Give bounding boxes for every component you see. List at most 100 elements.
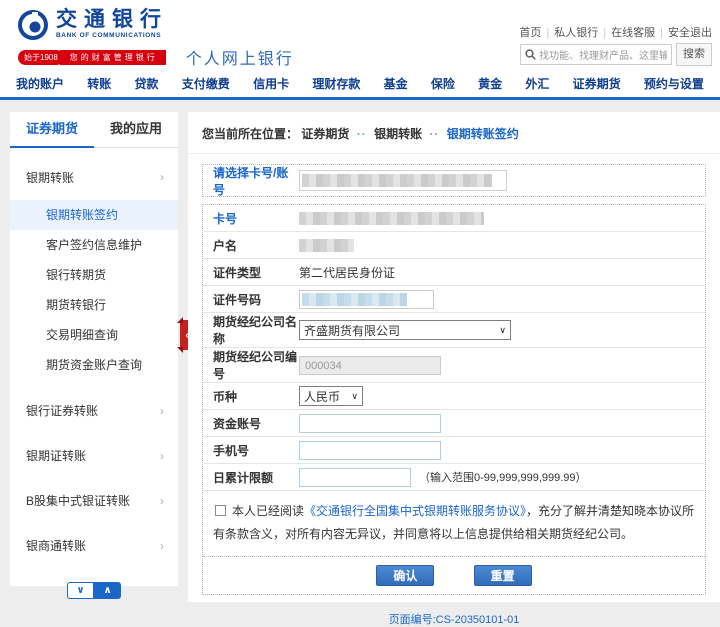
- chevron-right-icon: ›: [160, 404, 164, 418]
- breadcrumb-separator: ··: [357, 127, 367, 141]
- sidebar-tab-my-apps[interactable]: 我的应用: [94, 112, 178, 148]
- nav-forex[interactable]: 外汇: [525, 75, 549, 92]
- sidebar-item-futures-fund-account-query[interactable]: 期货资金账户查询: [10, 350, 178, 380]
- agreement-section: 本人已经阅读《交通银行全国集中式银期转账服务协议》，充分了解并清楚知晓本协议所有…: [203, 491, 705, 556]
- top-link-home[interactable]: 首页: [519, 27, 541, 39]
- form-actions: 确认 重置: [203, 556, 705, 594]
- breadcrumb-prefix: 您当前所在位置：: [202, 127, 298, 141]
- card-number-select[interactable]: [299, 170, 507, 191]
- id-number-input[interactable]: [299, 290, 434, 309]
- form-row-daily-limit: 日累计限额 （输入范围0-99,999,999,999.99）: [203, 464, 705, 491]
- chevron-right-icon: ›: [160, 494, 164, 508]
- sidebar-item-bank-futures-signing[interactable]: 银期转账签约: [10, 200, 178, 230]
- redacted-id-number: [302, 293, 407, 306]
- card-select-row: 请选择卡号/账号: [202, 164, 706, 197]
- agreement-link[interactable]: 《交通银行全国集中式银期转账服务协议》: [304, 504, 526, 518]
- sidebar-group-bank-securities-transfer[interactable]: 银行证券转账 ›: [10, 388, 178, 433]
- chevron-right-icon: ›: [160, 449, 164, 463]
- sidebar-group-b-share-centralized-transfer[interactable]: B股集中式银证转账 ›: [10, 478, 178, 523]
- nav-gold[interactable]: 黄金: [478, 75, 502, 92]
- currency-select[interactable]: 人民币 ∨: [299, 386, 363, 406]
- chevron-down-icon[interactable]: ∨: [67, 582, 94, 599]
- nav-credit-card[interactable]: 信用卡: [253, 75, 289, 92]
- form-row-card-number: 卡号: [203, 205, 705, 232]
- form-row-id-number: 证件号码: [203, 286, 705, 313]
- sidebar-tab-securities-futures[interactable]: 证券期货: [10, 112, 94, 148]
- ribbon-slogan: 您的财富管理银行: [60, 50, 166, 65]
- sidebar-item-bank-to-futures[interactable]: 银行转期货: [10, 260, 178, 290]
- search-placeholder: 找功能、找理财产品、这里输入。: [539, 47, 667, 62]
- chevron-up-icon[interactable]: ∧: [94, 582, 121, 599]
- redacted-account-name: [299, 239, 354, 252]
- dropdown-arrow-icon: ∨: [499, 325, 506, 336]
- search-input[interactable]: 找功能、找理财产品、这里输入。: [520, 44, 672, 65]
- breadcrumb: 您当前所在位置： 证券期货 ·· 银期转账 ·· 银期转账签约: [188, 112, 720, 154]
- bank-name-en: BANK OF COMMUNICATIONS: [56, 32, 168, 39]
- ribbon-since-1908: 始于1908: [18, 50, 64, 65]
- sidebar: 证券期货 我的应用 银期转账 › 银期转账签约 客户签约信息维护 银行转期货 期…: [10, 112, 178, 586]
- currency-selected: 人民币: [304, 388, 340, 405]
- form-row-futures-company-code: 期货经纪公司编号 000034: [203, 348, 705, 383]
- daily-limit-hint: （输入范围0-99,999,999,999.99）: [419, 469, 587, 485]
- fund-account-input[interactable]: [299, 414, 441, 433]
- breadcrumb-separator: ··: [429, 127, 439, 141]
- chevron-right-icon: ›: [160, 539, 164, 553]
- search-button[interactable]: 搜索: [676, 43, 712, 66]
- mobile-number-input[interactable]: [299, 441, 441, 460]
- signing-form: 请选择卡号/账号 卡号 户名 证件类型 第二代居民身份证 证件号码: [202, 164, 706, 627]
- header: 交通银行 BANK OF COMMUNICATIONS 始于1908 您的财富管…: [0, 0, 720, 70]
- sidebar-item-transaction-detail-query[interactable]: 交易明细查询: [10, 320, 178, 350]
- nav-my-accounts[interactable]: 我的账户: [16, 75, 64, 92]
- nav-wealth-deposits[interactable]: 理财存款: [312, 75, 360, 92]
- top-link-logout[interactable]: 安全退出: [668, 27, 712, 39]
- top-link-online-service[interactable]: 在线客服: [611, 27, 655, 39]
- main-nav: 我的账户 转账 贷款 支付缴费 信用卡 理财存款 基金 保险 黄金 外汇 证券期…: [0, 70, 720, 100]
- form-row-futures-company-name: 期货经纪公司名称 齐盛期货有限公司 ∨: [203, 313, 705, 348]
- redacted-card-number: [302, 174, 492, 187]
- search-icon: [525, 49, 536, 60]
- page-code: 页面编号:CS-20350101-01: [202, 611, 706, 627]
- confirm-button[interactable]: 确认: [376, 565, 434, 586]
- nav-funds[interactable]: 基金: [384, 75, 408, 92]
- nav-payments[interactable]: 支付缴费: [182, 75, 230, 92]
- sidebar-item-futures-to-bank[interactable]: 期货转银行: [10, 290, 178, 320]
- sidebar-item-customer-signing-info[interactable]: 客户签约信息维护: [10, 230, 178, 260]
- form-table: 卡号 户名 证件类型 第二代居民身份证 证件号码 期货经纪公司名称: [202, 204, 706, 595]
- brand-ribbon: 始于1908 您的财富管理银行 个人网上银行: [18, 45, 294, 69]
- daily-limit-input[interactable]: [299, 468, 411, 487]
- bank-logo: 交通银行 BANK OF COMMUNICATIONS: [18, 8, 168, 40]
- agreement-text-before: 本人已经阅读: [232, 504, 304, 518]
- search-area: 找功能、找理财产品、这里输入。 搜索: [520, 43, 712, 66]
- sidebar-group-bank-futures-transfer[interactable]: 银期转账 ›: [10, 158, 178, 196]
- sidebar-group-bank-futures-securities-transfer[interactable]: 银期证转账 ›: [10, 433, 178, 478]
- card-select-label: 请选择卡号/账号: [203, 164, 299, 198]
- futures-company-select[interactable]: 齐盛期货有限公司 ∨: [299, 320, 511, 340]
- nav-transfer[interactable]: 转账: [87, 75, 111, 92]
- id-type-value: 第二代居民身份证: [299, 264, 395, 281]
- futures-company-code-input: 000034: [299, 356, 441, 375]
- redacted-card-number-value: [299, 212, 484, 225]
- form-row-fund-account: 资金账号: [203, 410, 705, 437]
- breadcrumb-item-bank-futures-transfer[interactable]: 银期转账: [374, 127, 422, 141]
- top-links: 首页|私人银行|在线客服|安全退出: [519, 24, 712, 40]
- portal-title: 个人网上银行: [186, 45, 294, 69]
- dropdown-arrow-icon: ∨: [351, 391, 358, 402]
- sidebar-group-yinshangtong-transfer[interactable]: 银商通转账 ›: [10, 523, 178, 568]
- boc-logo-icon: [18, 10, 48, 40]
- form-row-mobile-number: 手机号: [203, 437, 705, 464]
- breadcrumb-item-securities-futures[interactable]: 证券期货: [301, 127, 349, 141]
- nav-appointments-settings[interactable]: 预约与设置: [644, 75, 704, 92]
- form-row-account-name: 户名: [203, 232, 705, 259]
- chevron-right-icon: ›: [160, 170, 164, 184]
- reset-button[interactable]: 重置: [474, 565, 532, 586]
- top-link-private-banking[interactable]: 私人银行: [554, 27, 598, 39]
- main-panel: 您当前所在位置： 证券期货 ·· 银期转账 ·· 银期转账签约 请选择卡号/账号…: [188, 112, 720, 602]
- form-row-id-type: 证件类型 第二代居民身份证: [203, 259, 705, 286]
- nav-loans[interactable]: 贷款: [135, 75, 159, 92]
- breadcrumb-item-current: 银期转账签约: [447, 127, 519, 141]
- form-row-currency: 币种 人民币 ∨: [203, 383, 705, 410]
- nav-insurance[interactable]: 保险: [431, 75, 455, 92]
- bank-name-cn: 交通银行: [56, 8, 168, 32]
- agreement-checkbox[interactable]: [215, 505, 226, 516]
- nav-securities-futures[interactable]: 证券期货: [573, 75, 621, 92]
